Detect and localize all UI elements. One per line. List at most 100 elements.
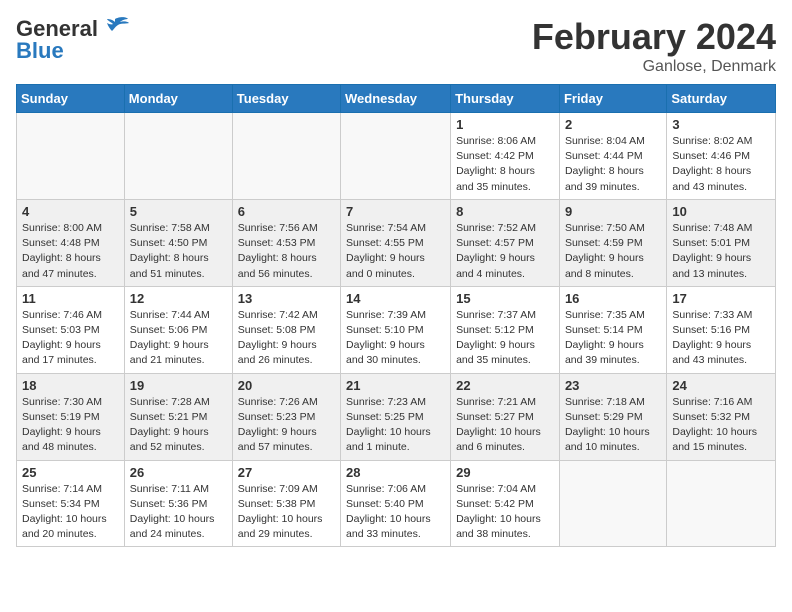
weekday-header-friday: Friday bbox=[559, 85, 666, 113]
day-number: 15 bbox=[456, 291, 554, 306]
day-info: Sunrise: 7:04 AM Sunset: 5:42 PM Dayligh… bbox=[456, 482, 554, 543]
calendar-table: SundayMondayTuesdayWednesdayThursdayFrid… bbox=[16, 84, 776, 547]
weekday-header-tuesday: Tuesday bbox=[232, 85, 340, 113]
logo-bird-icon bbox=[100, 15, 130, 39]
calendar-cell: 3Sunrise: 8:02 AM Sunset: 4:46 PM Daylig… bbox=[667, 113, 776, 200]
calendar-cell: 23 Sunrise: 7:18 AM Sunset: 5:29 PM Dayli… bbox=[559, 373, 666, 460]
calendar-cell: 17 Sunrise: 7:33 AM Sunset: 5:16 PM Dayli… bbox=[667, 286, 776, 373]
day-number: 24 bbox=[672, 378, 770, 393]
day-info: Sunrise: 7:52 AM Sunset: 4:57 PM Dayligh… bbox=[456, 221, 554, 282]
calendar-cell: 12 Sunrise: 7:44 AM Sunset: 5:06 PM Dayli… bbox=[124, 286, 232, 373]
day-info: Sunrise: 7:33 AM Sunset: 5:16 PM Dayligh… bbox=[672, 308, 770, 369]
calendar-cell bbox=[232, 113, 340, 200]
day-info: Sunrise: 7:14 AM Sunset: 5:34 PM Dayligh… bbox=[22, 482, 119, 543]
day-info: Sunrise: 7:26 AM Sunset: 5:23 PM Dayligh… bbox=[238, 395, 335, 456]
day-number: 26 bbox=[130, 465, 227, 480]
weekday-header-wednesday: Wednesday bbox=[341, 85, 451, 113]
day-info: Sunrise: 7:28 AM Sunset: 5:21 PM Dayligh… bbox=[130, 395, 227, 456]
day-number: 17 bbox=[672, 291, 770, 306]
logo: General Blue bbox=[16, 16, 130, 64]
calendar-cell: 7 Sunrise: 7:54 AM Sunset: 4:55 PM Daylig… bbox=[341, 199, 451, 286]
calendar-cell: 15 Sunrise: 7:37 AM Sunset: 5:12 PM Dayli… bbox=[451, 286, 560, 373]
day-number: 29 bbox=[456, 465, 554, 480]
weekday-header-saturday: Saturday bbox=[667, 85, 776, 113]
calendar-cell: 8 Sunrise: 7:52 AM Sunset: 4:57 PM Daylig… bbox=[451, 199, 560, 286]
day-info: Sunrise: 7:18 AM Sunset: 5:29 PM Dayligh… bbox=[565, 395, 661, 456]
day-info: Sunrise: 7:21 AM Sunset: 5:27 PM Dayligh… bbox=[456, 395, 554, 456]
day-info: Sunrise: 8:00 AM Sunset: 4:48 PM Dayligh… bbox=[22, 221, 119, 282]
calendar-cell: 22 Sunrise: 7:21 AM Sunset: 5:27 PM Dayli… bbox=[451, 373, 560, 460]
calendar-cell: 9 Sunrise: 7:50 AM Sunset: 4:59 PM Daylig… bbox=[559, 199, 666, 286]
calendar-cell: 10 Sunrise: 7:48 AM Sunset: 5:01 PM Dayli… bbox=[667, 199, 776, 286]
day-info: Sunrise: 7:50 AM Sunset: 4:59 PM Dayligh… bbox=[565, 221, 661, 282]
day-info: Sunrise: 7:54 AM Sunset: 4:55 PM Dayligh… bbox=[346, 221, 445, 282]
calendar-cell bbox=[559, 460, 666, 547]
calendar-cell: 25 Sunrise: 7:14 AM Sunset: 5:34 PM Dayli… bbox=[17, 460, 125, 547]
day-number: 23 bbox=[565, 378, 661, 393]
calendar-cell: 27 Sunrise: 7:09 AM Sunset: 5:38 PM Dayli… bbox=[232, 460, 340, 547]
calendar-cell: 20 Sunrise: 7:26 AM Sunset: 5:23 PM Dayli… bbox=[232, 373, 340, 460]
day-number: 6 bbox=[238, 204, 335, 219]
calendar-cell: 28Sunrise: 7:06 AM Sunset: 5:40 PM Dayli… bbox=[341, 460, 451, 547]
day-info: Sunrise: 8:04 AM Sunset: 4:44 PM Dayligh… bbox=[565, 134, 661, 195]
calendar-cell: 19 Sunrise: 7:28 AM Sunset: 5:21 PM Dayli… bbox=[124, 373, 232, 460]
day-number: 9 bbox=[565, 204, 661, 219]
day-number: 2 bbox=[565, 117, 661, 132]
day-info: Sunrise: 7:44 AM Sunset: 5:06 PM Dayligh… bbox=[130, 308, 227, 369]
day-info: Sunrise: 7:37 AM Sunset: 5:12 PM Dayligh… bbox=[456, 308, 554, 369]
day-number: 5 bbox=[130, 204, 227, 219]
day-number: 25 bbox=[22, 465, 119, 480]
day-number: 12 bbox=[130, 291, 227, 306]
calendar-cell: 11 Sunrise: 7:46 AM Sunset: 5:03 PM Dayli… bbox=[17, 286, 125, 373]
day-info: Sunrise: 7:58 AM Sunset: 4:50 PM Dayligh… bbox=[130, 221, 227, 282]
day-number: 21 bbox=[346, 378, 445, 393]
day-info: Sunrise: 7:42 AM Sunset: 5:08 PM Dayligh… bbox=[238, 308, 335, 369]
day-number: 16 bbox=[565, 291, 661, 306]
calendar-cell: 4 Sunrise: 8:00 AM Sunset: 4:48 PM Daylig… bbox=[17, 199, 125, 286]
calendar-cell bbox=[17, 113, 125, 200]
day-info: Sunrise: 7:30 AM Sunset: 5:19 PM Dayligh… bbox=[22, 395, 119, 456]
calendar-cell: 13 Sunrise: 7:42 AM Sunset: 5:08 PM Dayli… bbox=[232, 286, 340, 373]
calendar-cell: 21 Sunrise: 7:23 AM Sunset: 5:25 PM Dayli… bbox=[341, 373, 451, 460]
calendar-cell: 2 Sunrise: 8:04 AM Sunset: 4:44 PM Daylig… bbox=[559, 113, 666, 200]
calendar-cell: 29 Sunrise: 7:04 AM Sunset: 5:42 PM Dayli… bbox=[451, 460, 560, 547]
day-number: 22 bbox=[456, 378, 554, 393]
day-number: 20 bbox=[238, 378, 335, 393]
weekday-header-thursday: Thursday bbox=[451, 85, 560, 113]
day-number: 7 bbox=[346, 204, 445, 219]
day-info: Sunrise: 7:56 AM Sunset: 4:53 PM Dayligh… bbox=[238, 221, 335, 282]
weekday-header-sunday: Sunday bbox=[17, 85, 125, 113]
day-number: 18 bbox=[22, 378, 119, 393]
day-number: 13 bbox=[238, 291, 335, 306]
day-number: 19 bbox=[130, 378, 227, 393]
day-number: 1 bbox=[456, 117, 554, 132]
calendar-cell bbox=[341, 113, 451, 200]
calendar-title: February 2024 bbox=[532, 16, 776, 58]
day-info: Sunrise: 7:11 AM Sunset: 5:36 PM Dayligh… bbox=[130, 482, 227, 543]
day-info: Sunrise: 8:02 AM Sunset: 4:46 PM Dayligh… bbox=[672, 134, 770, 195]
calendar-cell: 18 Sunrise: 7:30 AM Sunset: 5:19 PM Dayli… bbox=[17, 373, 125, 460]
day-info: Sunrise: 7:09 AM Sunset: 5:38 PM Dayligh… bbox=[238, 482, 335, 543]
day-number: 11 bbox=[22, 291, 119, 306]
day-number: 8 bbox=[456, 204, 554, 219]
day-number: 4 bbox=[22, 204, 119, 219]
day-info: Sunrise: 7:16 AM Sunset: 5:32 PM Dayligh… bbox=[672, 395, 770, 456]
day-number: 14 bbox=[346, 291, 445, 306]
day-number: 10 bbox=[672, 204, 770, 219]
calendar-cell: 1Sunrise: 8:06 AM Sunset: 4:42 PM Daylig… bbox=[451, 113, 560, 200]
calendar-cell bbox=[667, 460, 776, 547]
calendar-cell bbox=[124, 113, 232, 200]
day-info: Sunrise: 7:06 AM Sunset: 5:40 PM Dayligh… bbox=[346, 482, 445, 543]
day-info: Sunrise: 7:39 AM Sunset: 5:10 PM Dayligh… bbox=[346, 308, 445, 369]
calendar-cell: 16Sunrise: 7:35 AM Sunset: 5:14 PM Dayli… bbox=[559, 286, 666, 373]
calendar-cell: 24 Sunrise: 7:16 AM Sunset: 5:32 PM Dayli… bbox=[667, 373, 776, 460]
title-area: February 2024 Ganlose, Denmark bbox=[532, 16, 776, 76]
day-info: Sunrise: 7:48 AM Sunset: 5:01 PM Dayligh… bbox=[672, 221, 770, 282]
day-number: 27 bbox=[238, 465, 335, 480]
calendar-cell: 5 Sunrise: 7:58 AM Sunset: 4:50 PM Daylig… bbox=[124, 199, 232, 286]
header: General Blue February 2024 Ganlose, Denm… bbox=[16, 16, 776, 76]
calendar-cell: 6 Sunrise: 7:56 AM Sunset: 4:53 PM Daylig… bbox=[232, 199, 340, 286]
logo-blue-text: Blue bbox=[16, 38, 64, 64]
day-info: Sunrise: 7:46 AM Sunset: 5:03 PM Dayligh… bbox=[22, 308, 119, 369]
day-info: Sunrise: 7:23 AM Sunset: 5:25 PM Dayligh… bbox=[346, 395, 445, 456]
